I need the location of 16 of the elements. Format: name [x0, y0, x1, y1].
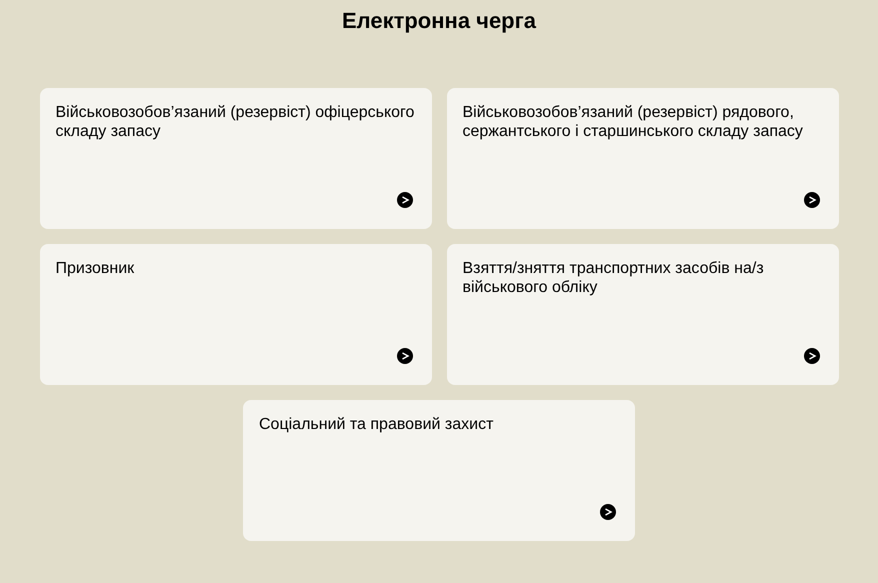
queue-option-card[interactable]: Призовник: [40, 244, 432, 385]
queue-option-card[interactable]: Соціальний та правовий захист: [243, 400, 635, 541]
chevron-right-icon[interactable]: [396, 192, 412, 208]
page-title: Електронна черга: [340, 7, 538, 35]
card-label: Військовозобов’язаний (резервіст) рядового, сержантського і старшинського складу запасу: [462, 103, 804, 141]
queue-option-card[interactable]: Військовозобов’язаний (резервіст) офіцерського складу запасу: [40, 88, 432, 229]
chevron-right-icon[interactable]: [600, 504, 616, 520]
queue-option-card[interactable]: Взяття/зняття транспортних засобів на/з військового обліку: [446, 244, 838, 385]
chevron-right-icon[interactable]: [804, 192, 820, 208]
chevron-right-icon[interactable]: [804, 348, 820, 364]
card-label: Призовник: [56, 259, 136, 278]
chevron-right-icon[interactable]: [396, 348, 412, 364]
card-label: Взяття/зняття транспортних засобів на/з військового обліку: [462, 259, 765, 297]
queue-option-card[interactable]: Військовозобов’язаний (резервіст) рядового, сержантського і старшинського складу запасу: [446, 88, 838, 229]
card-label: Соціальний та правовий захист: [259, 415, 494, 434]
card-label: Військовозобов’язаний (резервіст) офіцерського складу запасу: [56, 103, 416, 141]
